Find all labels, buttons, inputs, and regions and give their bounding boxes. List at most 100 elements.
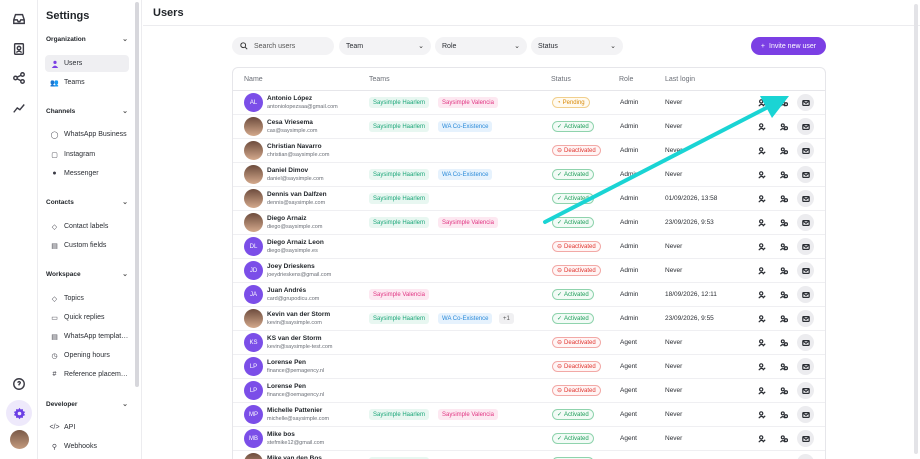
- email-user-button[interactable]: [797, 118, 814, 135]
- email-user-button[interactable]: [797, 310, 814, 327]
- email-user-button[interactable]: [797, 214, 814, 231]
- edit-user-button[interactable]: [753, 190, 770, 207]
- sidebar-item-instagram[interactable]: ▢ Instagram: [45, 146, 129, 163]
- section-developer[interactable]: Developer ⌄: [46, 400, 128, 409]
- email-user-button[interactable]: [797, 238, 814, 255]
- role-filter[interactable]: Role ⌄: [435, 37, 527, 55]
- sidebar-item-webhooks[interactable]: ⚲ Webhooks: [45, 438, 129, 455]
- flows-icon[interactable]: [11, 70, 27, 86]
- team-filter[interactable]: Team ⌄: [339, 37, 431, 55]
- sidebar-item-api[interactable]: </> API: [45, 419, 129, 436]
- manage-teams-button[interactable]: [775, 334, 792, 351]
- sidebar-item-whatsapp-templates[interactable]: ▤ WhatsApp templat…: [45, 328, 129, 345]
- edit-user-button[interactable]: [753, 118, 770, 135]
- more-teams-badge[interactable]: +1: [499, 313, 514, 324]
- table-row[interactable]: DL Diego Arnaiz Leon diego@saysimple.es ⊖ De…: [233, 235, 825, 259]
- manage-teams-button[interactable]: [775, 454, 792, 459]
- manage-teams-button[interactable]: [775, 406, 792, 423]
- main-scrollbar[interactable]: [914, 4, 918, 454]
- manage-teams-button[interactable]: [775, 358, 792, 375]
- sidebar-item-topics[interactable]: ◇ Topics: [45, 290, 129, 307]
- manage-teams-button[interactable]: [775, 214, 792, 231]
- manage-teams-button[interactable]: [775, 166, 792, 183]
- sidebar-item-opening-hours[interactable]: ◷ Opening hours: [45, 347, 129, 364]
- edit-user-button[interactable]: [753, 166, 770, 183]
- manage-teams-button[interactable]: [775, 262, 792, 279]
- manage-teams-button[interactable]: [775, 190, 792, 207]
- table-row[interactable]: Christian Navarro christian@saysimple.com…: [233, 139, 825, 163]
- edit-user-button[interactable]: [753, 454, 770, 459]
- column-header-role[interactable]: Role: [619, 76, 633, 83]
- edit-user-button[interactable]: [753, 406, 770, 423]
- table-row[interactable]: MP Michelle Pattenier michelle@saysimple.c…: [233, 403, 825, 427]
- email-user-button[interactable]: [797, 142, 814, 159]
- email-user-button[interactable]: [797, 166, 814, 183]
- table-row[interactable]: Dennis van Dalfzen dennis@saysimple.com Sa…: [233, 187, 825, 211]
- email-user-button[interactable]: [797, 358, 814, 375]
- edit-user-button[interactable]: [753, 334, 770, 351]
- sidebar-item-custom-fields[interactable]: ▤ Custom fields: [45, 237, 129, 254]
- help-icon[interactable]: [11, 376, 27, 392]
- edit-user-button[interactable]: [753, 358, 770, 375]
- manage-teams-button[interactable]: [775, 142, 792, 159]
- sidebar-item-users[interactable]: Users: [45, 55, 129, 72]
- manage-teams-button[interactable]: [775, 94, 792, 111]
- inbox-icon[interactable]: [11, 11, 27, 27]
- sidebar-item-quick-replies[interactable]: ▭ Quick replies: [45, 309, 129, 326]
- table-row[interactable]: Daniel Dimov daniel@saysimple.com Saysimpl…: [233, 163, 825, 187]
- email-user-button[interactable]: [797, 262, 814, 279]
- reports-icon[interactable]: [11, 100, 27, 116]
- edit-user-button[interactable]: [753, 214, 770, 231]
- email-user-button[interactable]: [797, 454, 814, 459]
- email-user-button[interactable]: [797, 382, 814, 399]
- sidebar-item-messenger[interactable]: ● Messenger: [45, 165, 129, 182]
- edit-user-button[interactable]: [753, 238, 770, 255]
- settings-icon[interactable]: [6, 400, 32, 426]
- email-user-button[interactable]: [797, 286, 814, 303]
- section-organization[interactable]: Organization ⌄: [46, 35, 128, 44]
- table-row[interactable]: JA Juan Andrés card@grupodicu.com Saysimple…: [233, 283, 825, 307]
- avatar[interactable]: [10, 430, 29, 449]
- manage-teams-button[interactable]: [775, 310, 792, 327]
- edit-user-button[interactable]: [753, 286, 770, 303]
- manage-teams-button[interactable]: [775, 430, 792, 447]
- table-row[interactable]: AL Antonio López antoniolopezsaa@gmail.com…: [233, 91, 825, 115]
- edit-user-button[interactable]: [753, 310, 770, 327]
- invite-user-button[interactable]: + Invite new user: [751, 37, 826, 55]
- table-row[interactable]: MB Mike bos stefmike12@gmail.com ✓ Activated…: [233, 427, 825, 451]
- contacts-icon[interactable]: [11, 41, 27, 57]
- manage-teams-button[interactable]: [775, 382, 792, 399]
- table-row[interactable]: KS KS van der Storm kevin@saysimple-test.c…: [233, 331, 825, 355]
- sidebar-item-whatsapp[interactable]: ◯ WhatsApp Business: [45, 126, 129, 143]
- sidebar-item-reference-placeholders[interactable]: # Reference placem…: [45, 366, 129, 383]
- table-row[interactable]: JD Joey Drieskens joeydrieskens@gmail.com ⊖…: [233, 259, 825, 283]
- column-header-status[interactable]: Status: [551, 76, 571, 83]
- column-header-teams[interactable]: Teams: [369, 76, 390, 83]
- table-row[interactable]: Cesa Vriesema cas@saysimple.com Saysimple …: [233, 115, 825, 139]
- edit-user-button[interactable]: [753, 382, 770, 399]
- sidebar-scrollbar[interactable]: [135, 2, 139, 387]
- table-row[interactable]: LP Lorense Pen finance@pemagency.nl ⊖ Deacti…: [233, 355, 825, 379]
- email-user-button[interactable]: [797, 334, 814, 351]
- column-header-name[interactable]: Name: [244, 76, 263, 83]
- search-input[interactable]: Search users: [232, 37, 334, 55]
- edit-user-button[interactable]: [753, 430, 770, 447]
- manage-teams-button[interactable]: [775, 238, 792, 255]
- sidebar-item-teams[interactable]: 👥 Teams: [45, 74, 129, 91]
- section-contacts[interactable]: Contacts ⌄: [46, 198, 128, 207]
- status-filter[interactable]: Status ⌄: [531, 37, 623, 55]
- edit-user-button[interactable]: [753, 142, 770, 159]
- edit-user-button[interactable]: [753, 94, 770, 111]
- manage-teams-button[interactable]: [775, 286, 792, 303]
- section-workspace[interactable]: Workspace ⌄: [46, 270, 128, 279]
- table-row[interactable]: Kevin van der Storm kevin@saysimple.com Sa…: [233, 307, 825, 331]
- email-user-button[interactable]: [797, 430, 814, 447]
- table-row[interactable]: Diego Arnaiz diego@saysimple.com Saysimple…: [233, 211, 825, 235]
- sidebar-item-contact-labels[interactable]: ◇ Contact labels: [45, 218, 129, 235]
- table-row[interactable]: LP Lorense Pen finance@oemagency.nl ⊖ Deacti…: [233, 379, 825, 403]
- table-row[interactable]: Mike van den BosSaysimple Haarlem✓Activa…: [233, 451, 825, 459]
- email-user-button[interactable]: [797, 406, 814, 423]
- edit-user-button[interactable]: [753, 262, 770, 279]
- column-header-last-login[interactable]: Last login: [665, 76, 695, 83]
- manage-teams-button[interactable]: [775, 118, 792, 135]
